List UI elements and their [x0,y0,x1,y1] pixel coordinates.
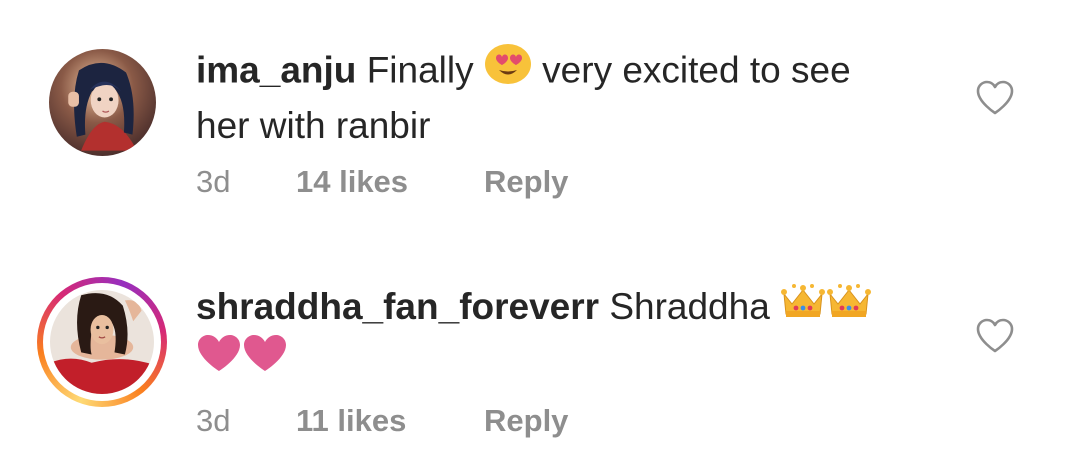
comment-timestamp: 3d [196,164,231,199]
comment-item: shraddha_fan_foreverr Shraddha 3d 11 lik… [0,230,1080,454]
comment-username[interactable]: ima_anju [196,49,356,90]
comment-timestamp: 3d [196,403,231,438]
like-heart-icon[interactable] [975,80,1015,116]
likes-count[interactable]: 11 likes [296,401,406,441]
like-heart-icon[interactable] [975,318,1015,354]
crown-emoji [826,280,872,333]
crown-emoji [780,280,826,333]
comment-body-part: very excited to see [542,49,851,91]
reply-button[interactable]: Reply [484,401,568,441]
avatar-image [49,49,156,156]
comment-body-part: Shraddha [609,286,770,327]
comment-text: ima_anju Finally very excited to see her… [196,44,956,151]
avatar[interactable] [37,277,167,407]
comment-item: ima_anju Finally very excited to see her… [0,0,1080,230]
pink-heart-emoji [196,333,242,386]
comment-username[interactable]: shraddha_fan_foreverr [196,286,599,327]
comment-body-part: Finally [366,49,474,91]
reply-button[interactable]: Reply [484,162,568,202]
avatar-image [50,290,154,394]
pink-heart-emoji [242,333,288,386]
avatar[interactable] [49,49,156,156]
comment-body-part: her with ranbir [196,105,431,146]
comment-text: shraddha_fan_foreverr Shraddha [196,282,956,389]
likes-count[interactable]: 14 likes [296,162,408,202]
heart-eyes-emoji [484,41,532,98]
